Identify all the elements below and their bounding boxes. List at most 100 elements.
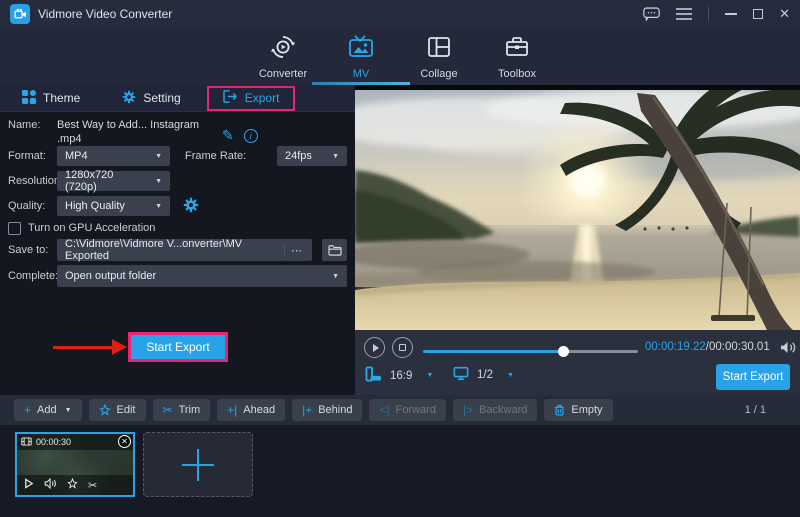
clip-play-icon[interactable] [24, 478, 34, 492]
tab-export[interactable]: Export [207, 86, 296, 111]
empty-label: Empty [571, 404, 602, 416]
maximize-button[interactable] [753, 9, 763, 19]
panel-tabs: Theme Setting [0, 85, 355, 112]
tab-converter[interactable]: Converter [244, 28, 322, 85]
frame-rate-dropdown[interactable]: 24fps ▼ [277, 146, 347, 166]
main-nav: Converter MV Collage [0, 28, 800, 85]
edit-button[interactable]: Edit [89, 399, 146, 421]
tab-toolbox-label: Toolbox [498, 68, 536, 80]
aspect-ratio-dropdown[interactable]: 16:9 ▼ [365, 366, 433, 385]
save-to-label: Save to: [8, 244, 48, 256]
tab-setting[interactable]: Setting [110, 85, 192, 112]
stop-button[interactable] [392, 337, 413, 358]
add-clip-slot[interactable] [143, 432, 253, 497]
red-arrow-head [112, 339, 127, 355]
close-button[interactable]: ✕ [779, 6, 790, 22]
complete-value: Open output folder [65, 270, 156, 282]
start-export-button-preview[interactable]: Start Export [716, 364, 790, 390]
tab-converter-label: Converter [259, 68, 307, 80]
forward-label: Forward [396, 404, 436, 416]
forward-button[interactable]: <| Forward [369, 399, 445, 421]
stop-icon [399, 344, 406, 351]
name-label: Name: [8, 119, 40, 131]
tab-theme-label: Theme [43, 91, 80, 105]
format-dropdown[interactable]: MP4 ▼ [57, 146, 170, 166]
remove-clip-icon[interactable]: ✕ [118, 435, 131, 448]
edit-label: Edit [117, 404, 136, 416]
play-button[interactable] [364, 337, 385, 358]
behind-button[interactable]: |+ Behind [292, 399, 362, 421]
app-logo-icon [10, 4, 30, 24]
trash-icon [554, 404, 565, 416]
empty-button[interactable]: Empty [544, 399, 612, 421]
behind-label: Behind [318, 404, 352, 416]
theme-grid-icon [22, 90, 36, 107]
start-export-button[interactable]: Start Export [128, 332, 228, 362]
window-title: Vidmore Video Converter [38, 7, 172, 21]
scissors-icon: ✂ [163, 403, 173, 417]
tab-theme[interactable]: Theme [10, 85, 92, 112]
export-icon [223, 90, 238, 106]
gpu-label: Turn on GPU Acceleration [28, 222, 155, 234]
clip-toolbar: + Add ▼ Edit ✂ Trim +| Ahead |+ Behind <… [0, 395, 800, 425]
quality-dropdown[interactable]: High Quality ▼ [57, 196, 170, 216]
tab-export-label: Export [245, 91, 280, 105]
frame-rate-label: Frame Rate: [185, 150, 246, 162]
save-path-input[interactable]: C:\Vidmore\Vidmore V...onverter\MV Expor… [57, 239, 312, 261]
clip-trim-scissors-icon[interactable]: ✂ [88, 479, 97, 492]
format-value: MP4 [65, 150, 88, 162]
quality-gear-icon[interactable] [183, 197, 199, 216]
vidmore-video-converter-window: Vidmore Video Converter ✕ [0, 0, 800, 517]
gpu-checkbox[interactable] [8, 222, 21, 235]
tab-mv[interactable]: MV [322, 28, 400, 85]
add-button[interactable]: + Add ▼ [14, 399, 82, 421]
name-value: Best Way to Add... Instagram .mp4 [57, 119, 215, 147]
tab-mv-label: MV [353, 68, 370, 80]
feedback-icon[interactable] [643, 7, 660, 21]
magic-star-icon [99, 404, 111, 416]
volume-icon[interactable] [779, 340, 796, 358]
tab-collage[interactable]: Collage [400, 28, 478, 85]
clip-thumbnail[interactable]: 00:00:30 ✕ ✂ [15, 432, 135, 497]
chevron-down-icon: ▼ [507, 372, 514, 379]
clip-counter: 1 / 1 [745, 404, 786, 416]
resolution-value: 1280x720 (720p) [65, 169, 147, 193]
tab-toolbox[interactable]: Toolbox [478, 28, 556, 85]
complete-dropdown[interactable]: Open output folder ▼ [57, 265, 347, 287]
monitor-icon [453, 366, 469, 384]
chevron-down-icon: ▼ [324, 273, 339, 280]
time-total: 00:00:30.01 [709, 341, 770, 353]
screen-page-dropdown[interactable]: 1/2 ▼ [453, 366, 514, 384]
chevron-down-icon: ▼ [147, 178, 162, 185]
progress-knob[interactable] [558, 346, 569, 357]
browse-more-button[interactable]: ⋯ [284, 244, 304, 257]
trim-button[interactable]: ✂ Trim [153, 399, 211, 421]
resolution-dropdown[interactable]: 1280x720 (720p) ▼ [57, 171, 170, 191]
beach-sunset-frame [355, 85, 800, 330]
progress-played [423, 350, 563, 353]
rename-pencil-icon[interactable]: ✎ [222, 127, 234, 144]
menu-icon[interactable] [676, 8, 692, 20]
play-icon [373, 344, 379, 352]
clip-volume-icon[interactable] [44, 478, 57, 492]
format-label: Format: [8, 150, 46, 162]
quality-value: High Quality [65, 200, 125, 212]
film-icon [21, 437, 32, 448]
backward-button[interactable]: |> Backward [453, 399, 537, 421]
minimize-button[interactable] [725, 13, 737, 15]
clip-info-bar: 00:00:30 [17, 434, 133, 450]
plus-icon [197, 449, 199, 481]
open-folder-button[interactable] [322, 239, 347, 261]
progress-slider[interactable] [423, 346, 638, 357]
player-controls: 00:00:19.22/00:00:30.01 16:9 ▼ [355, 330, 800, 395]
clip-tools-bar: ✂ [17, 475, 133, 495]
gear-icon [122, 90, 136, 107]
mv-tv-icon [347, 34, 375, 63]
clip-edit-star-icon[interactable] [67, 478, 78, 492]
quality-label: Quality: [8, 200, 45, 212]
save-path-value: C:\Vidmore\Vidmore V...onverter\MV Expor… [65, 238, 284, 262]
video-preview[interactable] [355, 85, 800, 330]
plus-icon: + [24, 403, 31, 417]
info-icon[interactable]: i [244, 129, 258, 143]
ahead-button[interactable]: +| Ahead [217, 399, 285, 421]
